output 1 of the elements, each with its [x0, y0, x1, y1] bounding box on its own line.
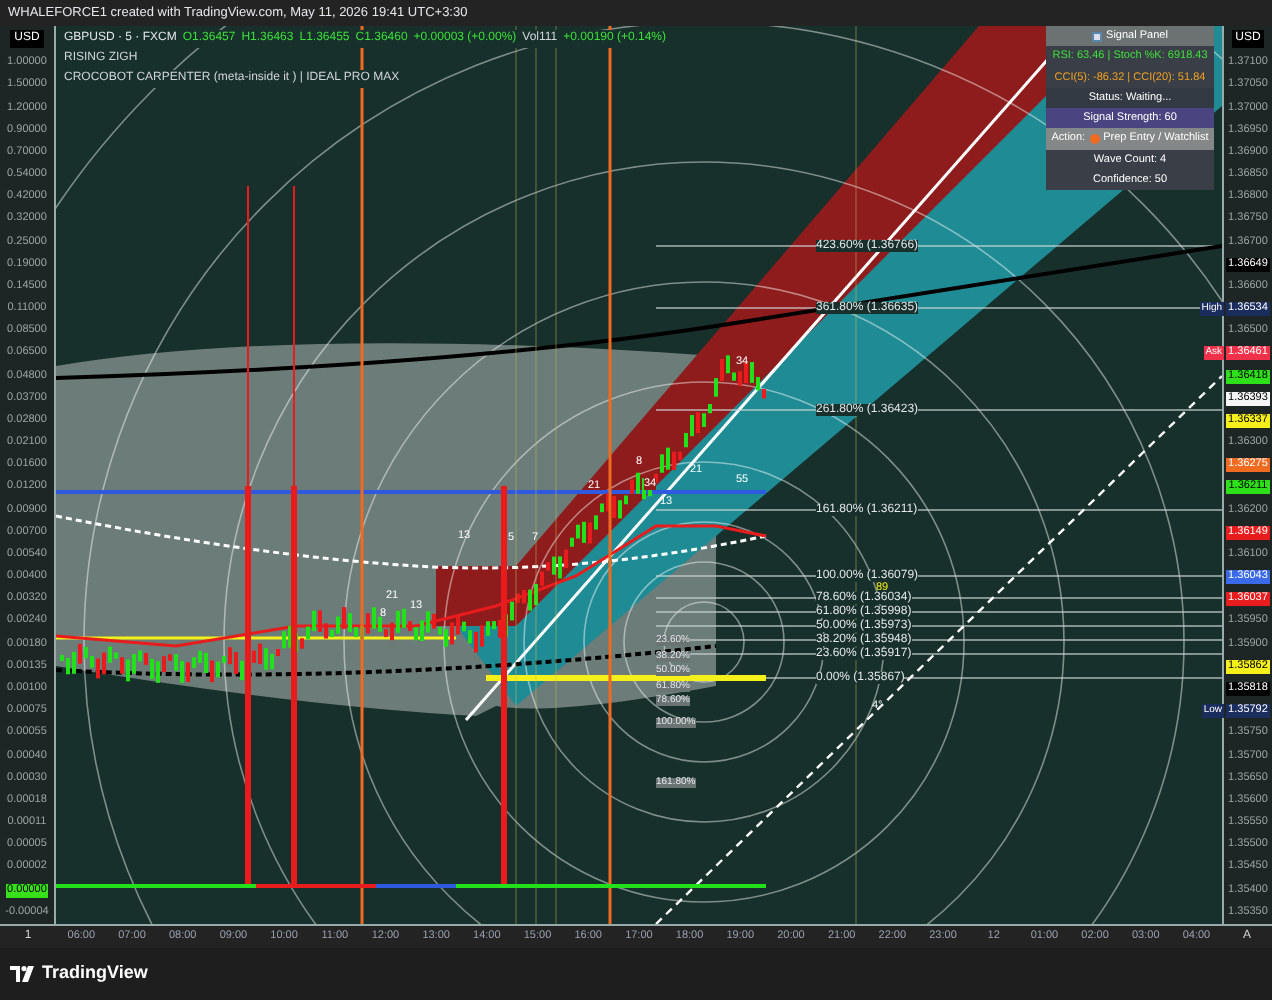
brand-name: TradingView [42, 960, 148, 987]
